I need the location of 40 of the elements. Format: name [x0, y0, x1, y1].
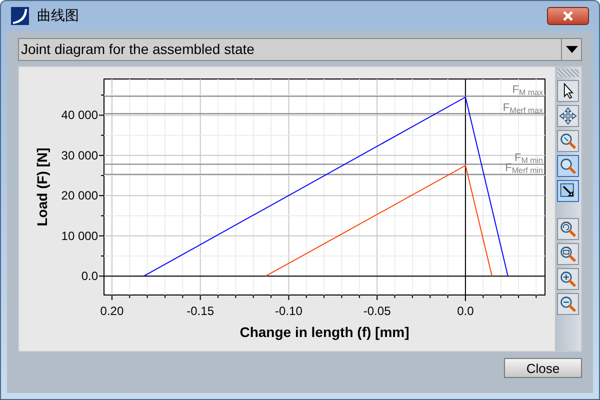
y-tick-label: 20 000 [61, 188, 98, 203]
zoom-fit-icon [559, 132, 577, 150]
limit-label: F$_{M min}$ [514, 153, 543, 164]
move-icon [559, 107, 577, 125]
x-tick-label: 0.20 [100, 304, 124, 318]
y-tick-label: 0.0 [81, 269, 98, 284]
window-title: 曲线图 [37, 6, 79, 26]
zoom-out-icon [559, 295, 577, 313]
x-tick-label: 0.0 [457, 304, 474, 318]
zoom-in-icon [559, 270, 577, 288]
close-dialog-button[interactable]: Close [504, 358, 582, 378]
zoom-out-tool[interactable] [557, 293, 579, 315]
zoom-reset-tool[interactable] [557, 218, 579, 240]
limit-label: F$_{M max}$ [512, 85, 543, 96]
limit-label: F$_{Merf max}$ [502, 102, 543, 114]
pointer-tool[interactable] [557, 80, 579, 102]
y-axis-title: Load (F) [N] [34, 148, 50, 226]
diagram-dropdown[interactable]: Joint diagram for the assembled state [18, 38, 582, 61]
y-tick-label: 10 000 [61, 228, 98, 243]
y-tick-label: 30 000 [61, 148, 98, 162]
close-button[interactable] [547, 7, 589, 25]
zoom-box-tool[interactable] [557, 180, 579, 202]
app-logo-icon [11, 7, 29, 25]
close-icon [562, 11, 574, 21]
x-tick-label: -0.10 [275, 304, 302, 318]
zoom-reset-icon [559, 220, 577, 238]
zoom-tool[interactable] [557, 155, 579, 177]
dropdown-caret-icon [566, 46, 578, 53]
x-tick-label: -0.05 [363, 304, 391, 318]
toolbar-grip [557, 69, 579, 77]
x-axis-title: Change in length (f) [mm] [240, 324, 410, 340]
move-tool[interactable] [557, 105, 579, 127]
zoom-all-icon [559, 245, 577, 263]
y-tick-label: 40 000 [61, 108, 98, 122]
zoom-in-tool[interactable] [557, 268, 579, 290]
zoom-fit-tool[interactable] [557, 130, 579, 152]
zoom-box-icon [559, 182, 577, 200]
zoom-icon [559, 157, 577, 175]
x-tick-label: -0.15 [186, 304, 214, 318]
zoom-all-tool[interactable] [557, 243, 579, 265]
